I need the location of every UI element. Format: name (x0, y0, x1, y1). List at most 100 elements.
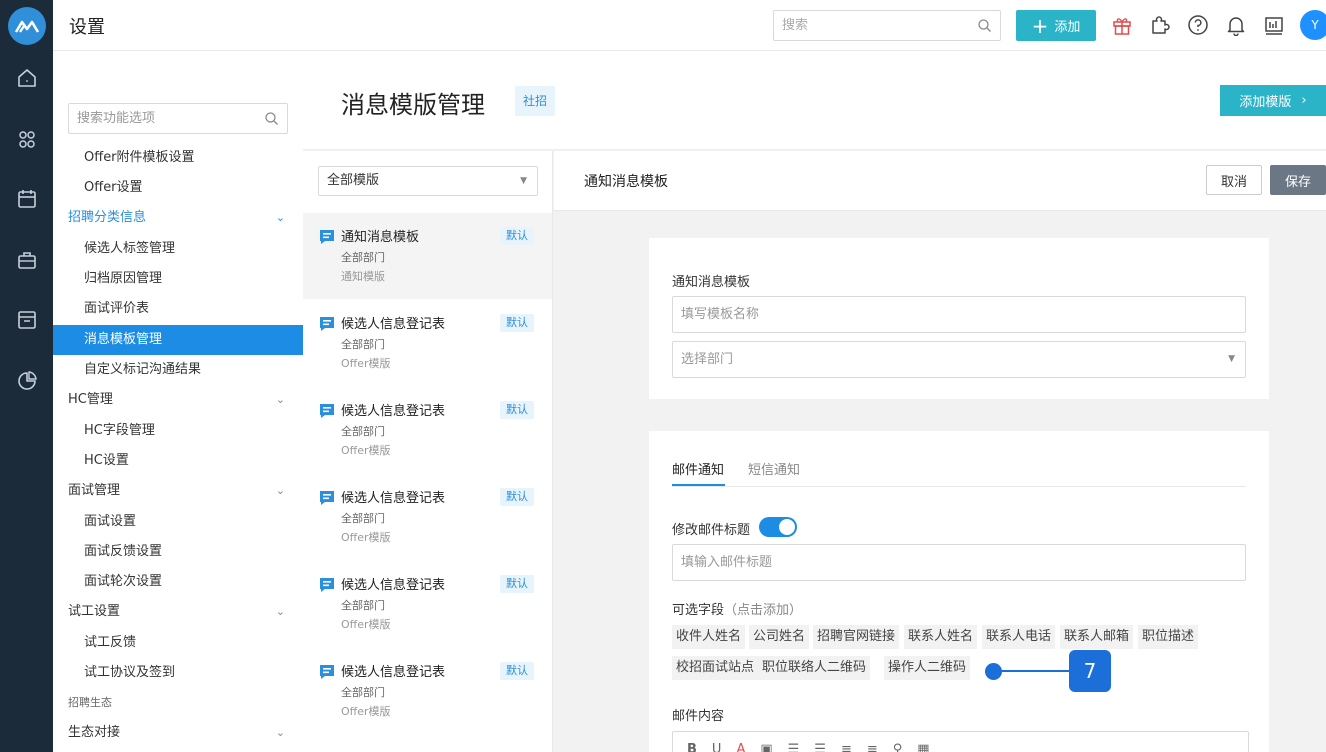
tab-email[interactable]: 邮件通知 (672, 459, 724, 478)
template-dept: 全部部门 (341, 686, 385, 699)
search-icon[interactable] (264, 111, 279, 130)
bold-icon[interactable]: B (687, 742, 697, 752)
calendar-icon[interactable] (14, 186, 40, 212)
template-name-field[interactable] (672, 296, 1246, 333)
user-avatar[interactable]: Y (1300, 10, 1326, 40)
menu-item-interview-evaluation[interactable]: 面试评价表 (53, 294, 303, 324)
tab-divider (672, 486, 1246, 487)
template-title: 候选人信息登记表 (341, 665, 446, 680)
template-filter-value: 全部模版 (327, 173, 380, 188)
puzzle-icon[interactable] (1147, 12, 1173, 38)
template-list: 全部模版 ▼ 通知消息模板 默认 全部部门 通知模版 候选人信息登记表 默认 全… (303, 151, 553, 752)
image-icon[interactable]: ▦ (917, 742, 929, 752)
block-icon[interactable]: ▣ (760, 742, 772, 752)
menu-item-hc-fields[interactable]: HC字段管理 (53, 416, 303, 446)
field-chip-company-name[interactable]: 公司姓名 (749, 625, 810, 649)
search-icon[interactable] (977, 18, 992, 37)
template-name-input[interactable] (673, 297, 1245, 332)
menu-search-input[interactable] (69, 104, 254, 133)
menu-item-archive-reasons[interactable]: 归档原因管理 (53, 264, 303, 294)
template-list-item[interactable]: 候选人信息登记表 默认 全部部门 Offer模版 (303, 561, 552, 647)
menu-item-trial-feedback[interactable]: 试工反馈 (53, 628, 303, 658)
font-color-icon[interactable]: A (736, 742, 745, 752)
template-list-item[interactable]: 候选人信息登记表 默认 全部部门 Offer模版 (303, 474, 552, 560)
template-list-item[interactable]: 通知消息模板 默认 全部部门 通知模版 (303, 213, 552, 299)
email-content-editor[interactable]: B U A ▣ ☰ ☰ ≡ ≡ ⚲ ▦ (672, 731, 1249, 752)
recruit-type-tag[interactable]: 社招 (515, 86, 556, 116)
field-chip-contact-email[interactable]: 联系人邮箱 (1060, 625, 1134, 649)
report-icon[interactable] (1261, 12, 1287, 38)
tab-sms[interactable]: 短信通知 (748, 459, 800, 478)
align-right-icon[interactable]: ≡ (867, 742, 878, 752)
menu-item-interview-rounds[interactable]: 面试轮次设置 (53, 567, 303, 597)
template-title: 候选人信息登记表 (341, 404, 446, 419)
add-button-label: 添加 (1054, 20, 1081, 35)
page-title: 消息模版管理 (341, 91, 485, 119)
template-list-item[interactable]: 候选人信息登记表 默认 全部部门 Offer模版 (303, 300, 552, 386)
people-icon[interactable] (14, 126, 40, 152)
menu-group-label: 招聘分类信息 (68, 210, 147, 225)
save-button[interactable]: 保存 (1270, 165, 1326, 195)
bell-icon[interactable] (1223, 12, 1249, 38)
field-chip-job-contact-qr[interactable]: 职位联络人二维码 (758, 656, 871, 680)
briefcase-icon[interactable] (14, 247, 40, 273)
app-logo[interactable] (8, 7, 46, 45)
menu-item-interview-settings[interactable]: 面试设置 (53, 507, 303, 537)
message-icon (318, 489, 336, 511)
department-select[interactable]: ▼ (672, 341, 1246, 378)
global-search[interactable] (773, 10, 1001, 41)
global-search-input[interactable] (774, 11, 964, 40)
field-chip-contact-name[interactable]: 联系人姓名 (904, 625, 978, 649)
field-chip-recipient-name[interactable]: 收件人姓名 (672, 625, 746, 649)
underline-icon[interactable]: U (712, 742, 722, 752)
menu-item-offer-attachment[interactable]: Offer附件模板设置 (53, 143, 303, 173)
subject-toggle-label: 修改邮件标题 (672, 523, 751, 538)
gift-icon[interactable] (1109, 12, 1135, 38)
annotation-number: 7 (1069, 650, 1111, 692)
subject-toggle[interactable] (759, 517, 797, 537)
field-chip-job-description[interactable]: 职位描述 (1138, 625, 1199, 649)
menu-group-recruit-category[interactable]: 招聘分类信息 ⌄ (53, 203, 303, 233)
field-chip-career-site-link[interactable]: 招聘官网链接 (813, 625, 900, 649)
default-badge: 默认 (500, 488, 534, 506)
menu-item-candidate-tags[interactable]: 候选人标签管理 (53, 234, 303, 264)
menu-section-ecosystem: 招聘生态 (68, 696, 112, 709)
cancel-button[interactable]: 取消 (1206, 165, 1262, 195)
department-select-input[interactable] (673, 342, 1245, 377)
menu-item-message-templates[interactable]: 消息模板管理 (53, 325, 303, 355)
menu-item-offer-settings[interactable]: Offer设置 (53, 173, 303, 203)
menu-item-trial-agreement[interactable]: 试工协议及签到 (53, 658, 303, 688)
plus-icon: + (1031, 13, 1049, 38)
link-icon[interactable]: ⚲ (893, 742, 903, 752)
caret-down-icon: ▼ (520, 176, 527, 186)
menu-group-interview[interactable]: 面试管理 ⌄ (53, 476, 303, 506)
menu-group-ecosystem[interactable]: 生态对接 ⌄ (53, 718, 303, 748)
align-center-icon[interactable]: ≡ (841, 742, 852, 752)
add-template-button[interactable]: 添加模版 › (1220, 85, 1326, 116)
menu-search[interactable] (68, 103, 288, 134)
unordered-list-icon[interactable]: ☰ (814, 742, 826, 752)
field-chip-operator-qr[interactable]: 操作人二维码 (884, 656, 971, 680)
archive-icon[interactable] (14, 307, 40, 333)
template-dept: 全部部门 (341, 338, 385, 351)
home-icon[interactable] (14, 65, 40, 91)
ordered-list-icon[interactable]: ☰ (788, 742, 800, 752)
menu-item-interview-feedback[interactable]: 面试反馈设置 (53, 537, 303, 567)
field-chip-campus-site[interactable]: 校招面试站点 (672, 656, 759, 680)
menu-group-trial[interactable]: 试工设置 ⌄ (53, 597, 303, 627)
chevron-down-icon: ⌄ (275, 605, 285, 618)
help-icon[interactable] (1185, 12, 1211, 38)
add-button[interactable]: + 添加 (1016, 10, 1096, 41)
email-content-label: 邮件内容 (672, 709, 725, 724)
app-rail (0, 0, 53, 752)
email-subject-input[interactable] (673, 545, 1245, 580)
menu-item-custom-tags[interactable]: 自定义标记沟通结果 (53, 355, 303, 385)
menu-item-hc-settings[interactable]: HC设置 (53, 446, 303, 476)
template-list-item[interactable]: 候选人信息登记表 默认 全部部门 Offer模版 (303, 387, 552, 473)
menu-group-hc[interactable]: HC管理 ⌄ (53, 385, 303, 415)
chart-icon[interactable] (14, 368, 40, 394)
template-list-item[interactable]: 候选人信息登记表 默认 全部部门 Offer模版 (303, 648, 552, 734)
template-filter-select[interactable]: 全部模版 ▼ (318, 166, 538, 196)
field-chip-contact-phone[interactable]: 联系人电话 (982, 625, 1056, 649)
email-subject-field[interactable] (672, 544, 1246, 581)
